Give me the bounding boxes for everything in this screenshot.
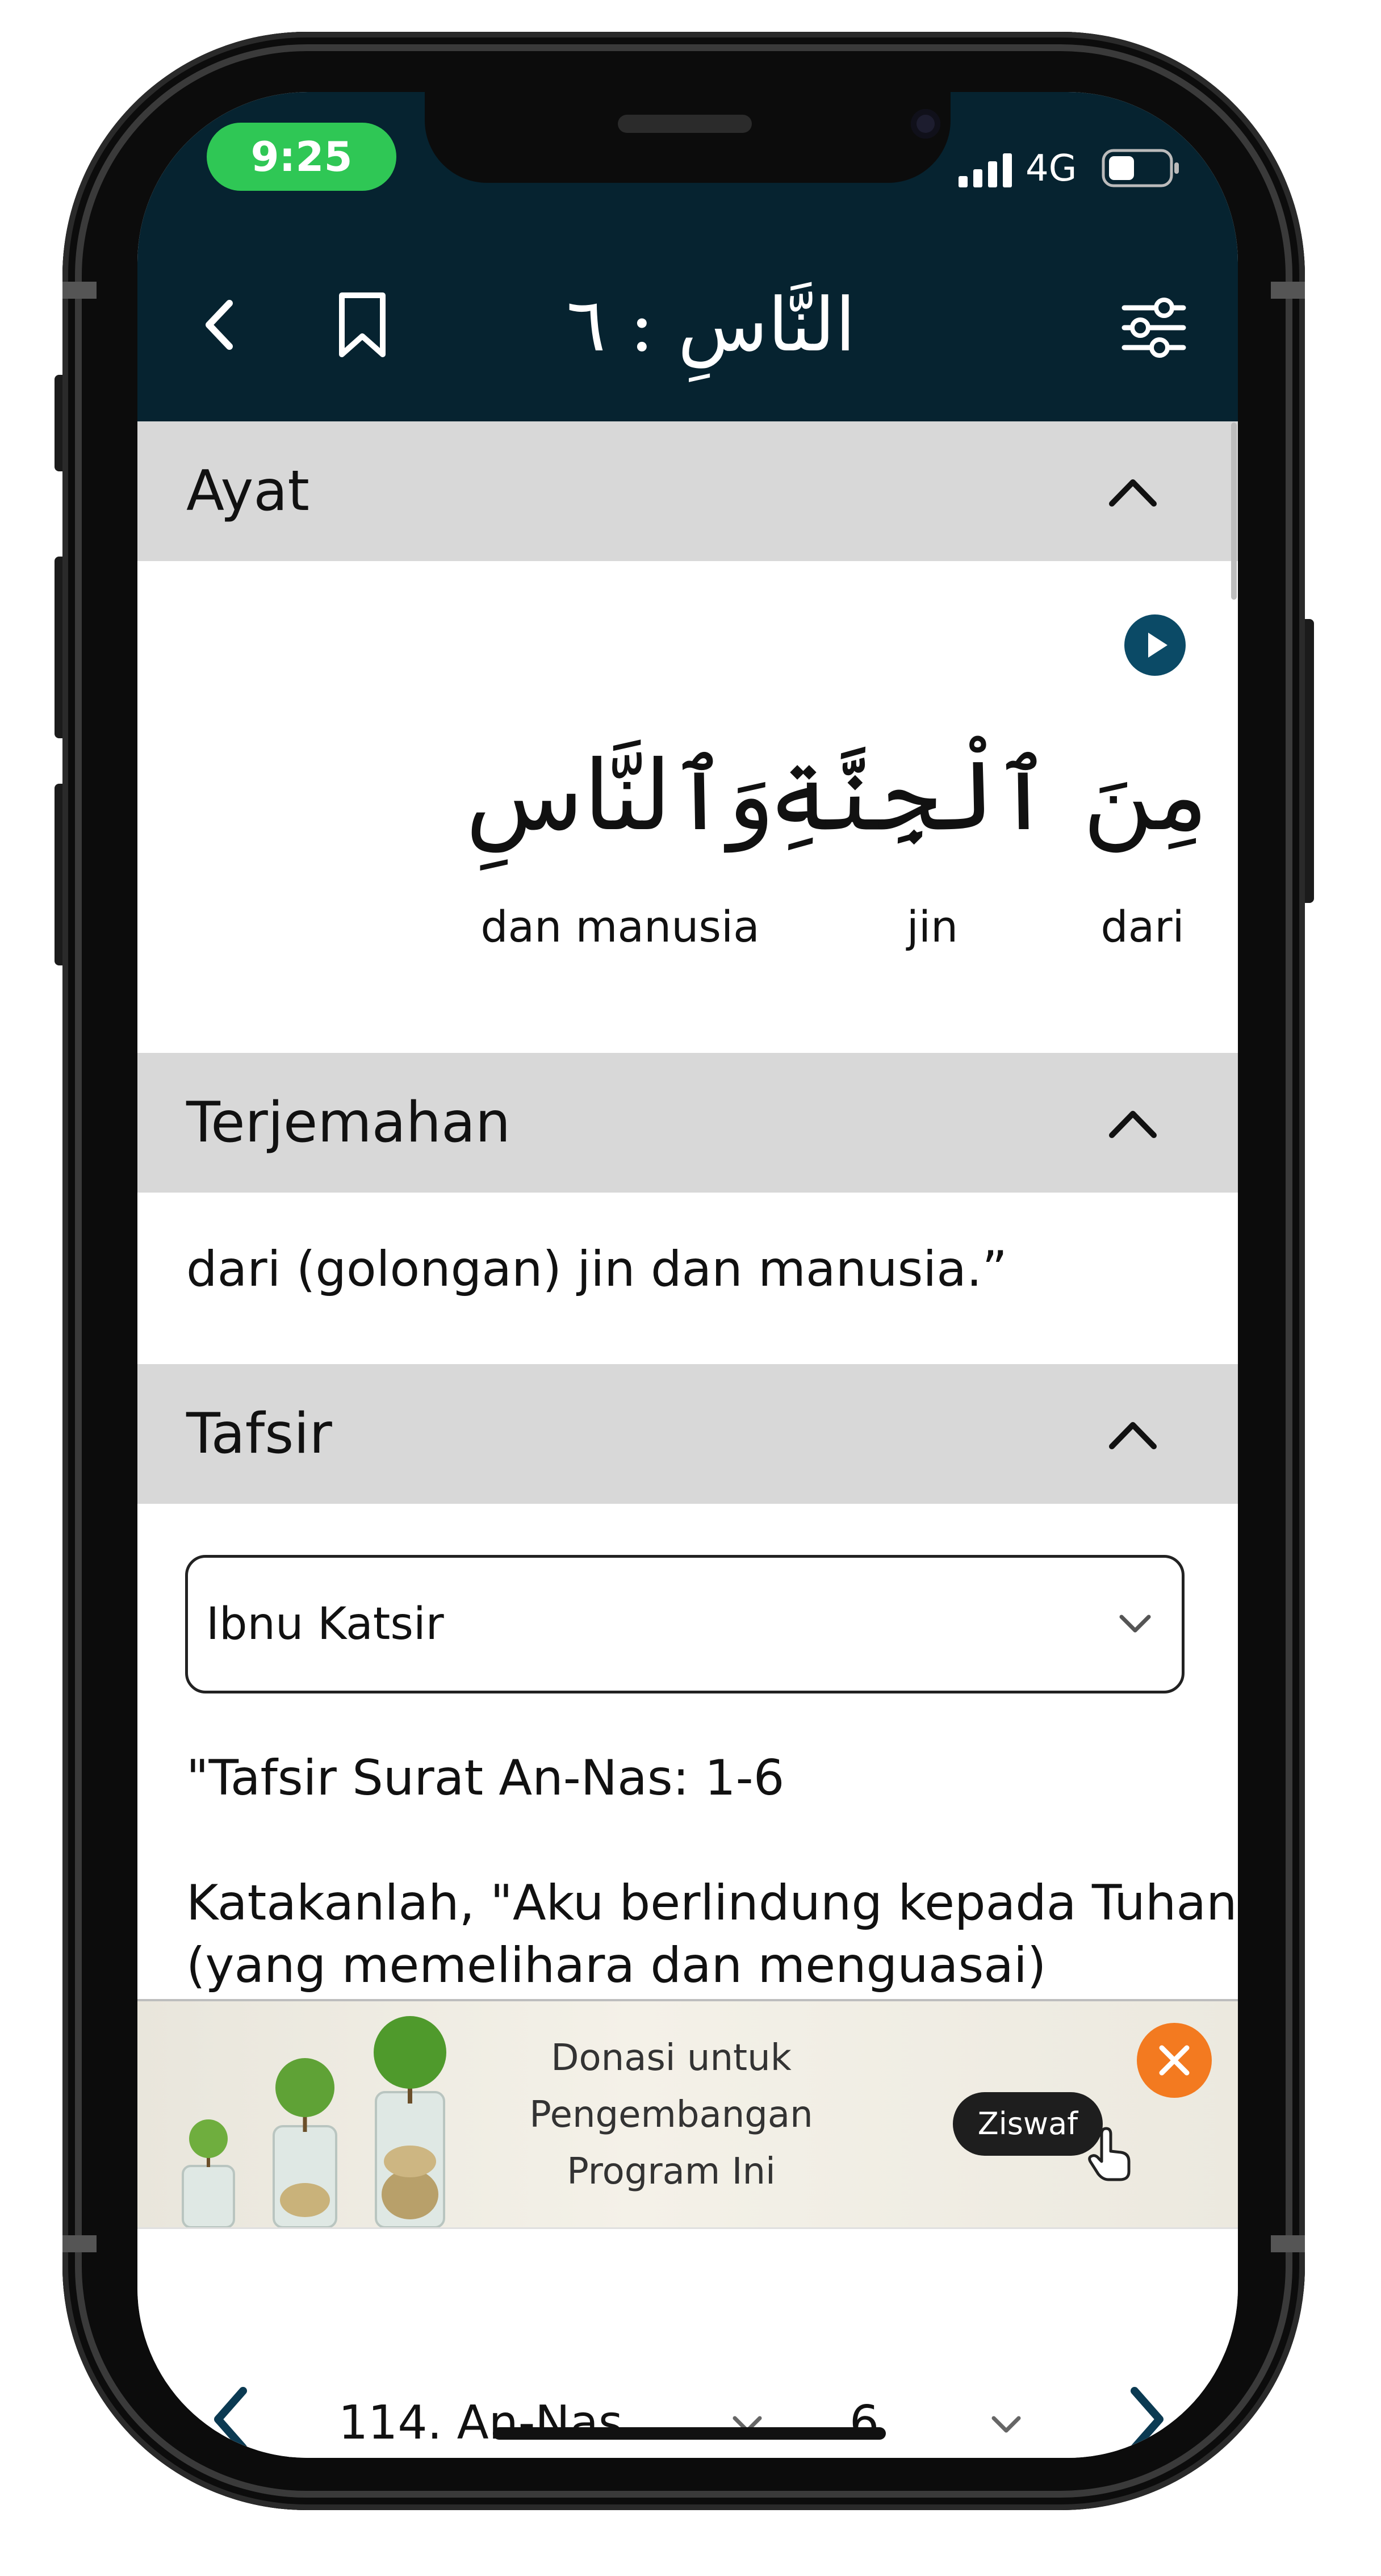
ayah-select-value: 6: [849, 2396, 880, 2450]
donation-banner[interactable]: Donasi untuk Pengembangan Program Ini Zi…: [137, 1999, 1238, 2227]
ayat-word-arabic: وَٱلنَّاسِ: [465, 740, 775, 852]
banner-line: Pengembangan: [529, 2094, 813, 2136]
settings-sliders-icon[interactable]: [1120, 296, 1188, 359]
front-camera: [911, 109, 940, 139]
tafsir-text-line: (yang memelihara dan menguasai): [186, 1937, 1047, 1994]
notch: [425, 92, 951, 183]
tafsir-source-value: Ibnu Katsir: [206, 1599, 444, 1650]
terjemahan-section-header[interactable]: Terjemahan: [137, 1053, 1238, 1193]
play-audio-icon[interactable]: [1124, 614, 1186, 676]
frame-band: [62, 282, 97, 299]
ayat-section-title: Ayat: [186, 459, 309, 524]
close-icon: [1159, 2045, 1190, 2076]
network-type: 4G: [1026, 148, 1077, 190]
surah-select-value: 114. An-Nas: [338, 2396, 623, 2450]
hand-pointer-icon: [1088, 2127, 1131, 2181]
previous-ayah-icon[interactable]: [209, 2385, 254, 2453]
tafsir-source-select[interactable]: Ibnu Katsir: [185, 1555, 1185, 1693]
ayat-word-arabic: ٱلْجِنَّةِ: [768, 740, 1052, 852]
home-indicator[interactable]: [493, 2427, 886, 2440]
ayat-word-arabic: مِنَ: [1082, 740, 1208, 852]
frame-band: [1271, 2235, 1305, 2252]
battery-icon: [1102, 149, 1179, 187]
banner-line: Program Ini: [567, 2151, 776, 2193]
chevron-down-icon: [1119, 1615, 1151, 1633]
tafsir-section-title: Tafsir: [186, 1402, 332, 1466]
chevron-up-icon: [1109, 1111, 1157, 1138]
ayat-section-header[interactable]: Ayat: [137, 421, 1238, 561]
back-icon[interactable]: [200, 296, 240, 353]
banner-text: Donasi untuk Pengembangan Program Ini: [501, 2030, 842, 2200]
chevron-up-icon: [1109, 479, 1157, 507]
ayat-word-translation: dari: [1100, 901, 1185, 952]
money-tree-illustration: [182, 2016, 446, 2227]
ayat-word-translation: dan manusia: [480, 901, 760, 952]
chevron-up-icon: [1109, 1422, 1157, 1449]
next-ayah-icon[interactable]: [1123, 2385, 1169, 2453]
tafsir-text-line: Katakanlah, "Aku berlindung kepada Tuhan: [186, 1875, 1237, 1931]
frame-band: [1271, 282, 1305, 299]
status-time: 9:25: [207, 123, 396, 191]
bookmark-icon[interactable]: [334, 291, 391, 359]
tafsir-section-header[interactable]: Tafsir: [137, 1364, 1238, 1504]
surah-select[interactable]: 114. An-Nas: [338, 2386, 793, 2458]
banner-line: Donasi untuk: [551, 2037, 792, 2079]
tafsir-heading: "Tafsir Surat An-Nas: 1-6: [186, 1750, 785, 1806]
ziswaf-button[interactable]: Ziswaf: [953, 2092, 1103, 2156]
frame-band: [62, 2235, 97, 2252]
screen: 9:25 4G النَّاسِ : ٦ Ayat مِنَ ٱلْجِنَّة…: [137, 92, 1238, 2458]
signal-icon: [959, 153, 1012, 187]
scrollbar-thumb[interactable]: [1231, 423, 1237, 600]
ayat-word-translation: jin: [906, 901, 959, 952]
terjemahan-section-title: Terjemahan: [186, 1090, 511, 1155]
page-title: النَّاسِ : ٦: [566, 282, 856, 368]
translation-text: dari (golongan) jin dan manusia.”: [186, 1241, 1007, 1298]
close-banner-button[interactable]: [1137, 2023, 1212, 2098]
speaker-grille: [618, 115, 752, 133]
chevron-down-icon: [991, 2416, 1021, 2433]
ayah-select[interactable]: 6: [849, 2386, 1031, 2458]
